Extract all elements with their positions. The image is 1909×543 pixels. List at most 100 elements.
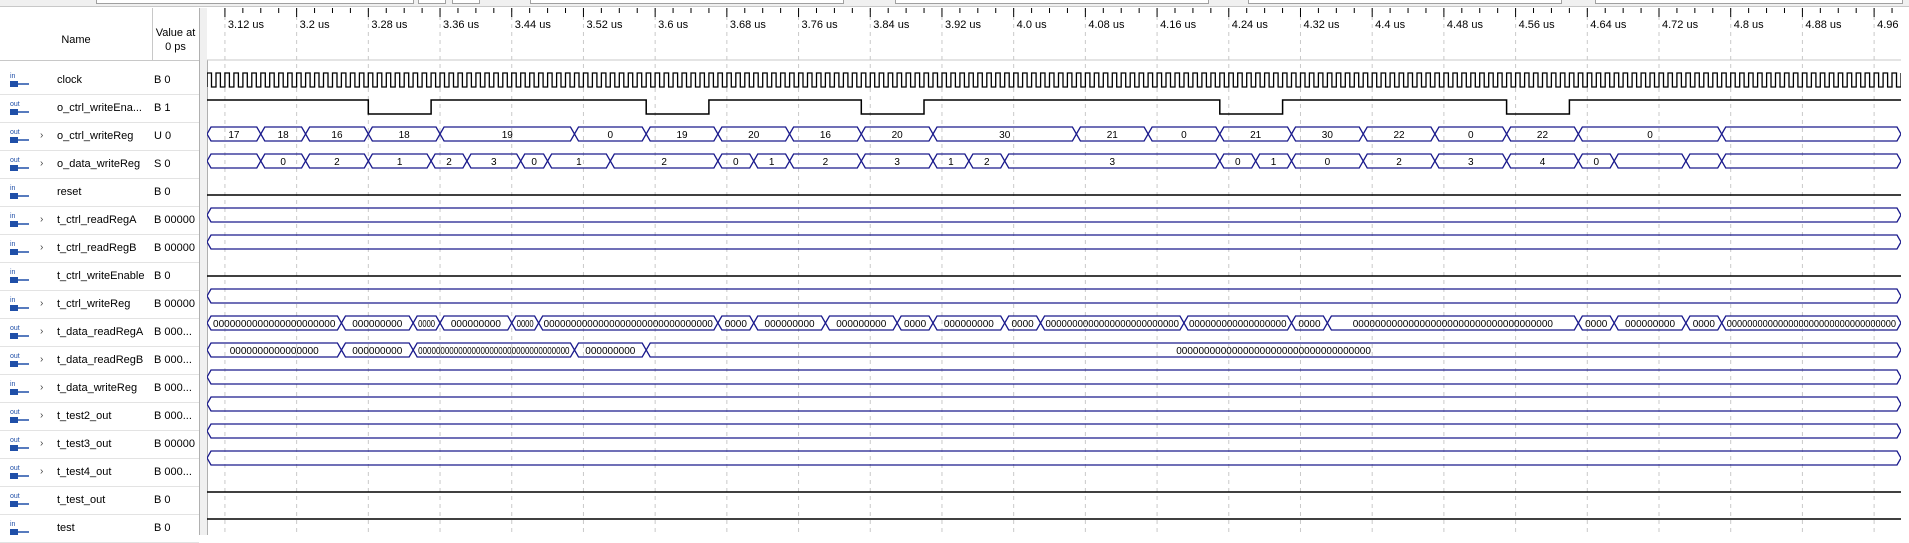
waveform-row: 0000000000000000000000000000000000000000… bbox=[207, 315, 1901, 331]
expand-chevron-icon[interactable]: › bbox=[40, 466, 43, 477]
expand-chevron-icon[interactable]: › bbox=[40, 130, 43, 141]
signal-row[interactable]: out › t_test2_out B 000... bbox=[0, 403, 199, 431]
bus-value-label: 21 bbox=[1250, 130, 1262, 141]
bus-value-label: 000000000 bbox=[451, 319, 501, 330]
bus-value-label: 000000000 bbox=[352, 346, 402, 357]
bus-value-label: 0000 bbox=[725, 319, 748, 330]
signal-row[interactable]: out › t_data_readRegA B 000... bbox=[0, 319, 199, 347]
toolbar-field[interactable] bbox=[1595, 0, 1903, 4]
signal-name: t_test_out bbox=[57, 494, 106, 506]
svg-text:out: out bbox=[10, 157, 20, 164]
bus-value-label: 0 bbox=[531, 157, 537, 168]
svg-text:in: in bbox=[10, 269, 16, 276]
signal-row[interactable]: in › t_ctrl_writeReg B 00000 bbox=[0, 291, 199, 319]
bus-value-label: 0000 bbox=[1585, 319, 1608, 330]
time-tick-label: 4.8 us bbox=[1734, 19, 1764, 31]
time-tick-label: 4.0 us bbox=[1017, 19, 1047, 31]
output-pin-icon: out bbox=[10, 157, 29, 171]
toolbar-field[interactable] bbox=[96, 0, 414, 4]
signal-row[interactable]: out › t_test4_out B 000... bbox=[0, 459, 199, 487]
bus-value-label: 0000 bbox=[1693, 319, 1716, 330]
signal-row[interactable]: out › o_data_writeReg S 0 bbox=[0, 151, 199, 179]
time-tick-label: 4.56 us bbox=[1519, 19, 1556, 31]
toolbar-button[interactable] bbox=[452, 0, 480, 4]
signal-row[interactable]: in › t_ctrl_readRegA B 00000 bbox=[0, 207, 199, 235]
bus-value-label: 18 bbox=[399, 130, 411, 141]
expand-chevron-icon[interactable]: › bbox=[40, 438, 43, 449]
time-tick-label: 3.2 us bbox=[300, 19, 330, 31]
expand-chevron-icon[interactable]: › bbox=[40, 326, 43, 337]
bus-value-label: 3 bbox=[894, 157, 900, 168]
waveform-row bbox=[207, 234, 1901, 250]
bus-value-label: 0 bbox=[1181, 130, 1187, 141]
bus-value-label: 000000000 bbox=[944, 319, 994, 330]
expand-chevron-icon[interactable]: › bbox=[40, 158, 43, 169]
svg-text:in: in bbox=[10, 241, 16, 248]
bus-value-label: 30 bbox=[999, 130, 1011, 141]
time-tick-label: 3.68 us bbox=[730, 19, 767, 31]
signal-name: t_ctrl_writeEnable bbox=[57, 270, 145, 282]
expand-chevron-icon[interactable]: › bbox=[40, 382, 43, 393]
bus-value-label: 000000000 bbox=[836, 319, 886, 330]
waveform-panel[interactable]: 3.12 us 3.2 us 3.28 us 3.36 us 3.44 us 3.52 u… bbox=[207, 8, 1901, 535]
expand-chevron-icon[interactable]: › bbox=[40, 242, 43, 253]
signal-row[interactable]: out t_test_out B 0 bbox=[0, 487, 199, 515]
clock-waveform bbox=[207, 72, 1901, 88]
svg-text:in: in bbox=[10, 185, 16, 192]
signal-name: t_test3_out bbox=[57, 438, 112, 450]
bus-value-label: 000000000000000000000000000000000 bbox=[1727, 319, 1897, 330]
time-tick-label: 3.6 us bbox=[658, 19, 688, 31]
signal-row[interactable]: in › t_data_writeReg B 000... bbox=[0, 375, 199, 403]
toolbar-field[interactable] bbox=[530, 0, 844, 4]
bus-value-label: 000000000 bbox=[585, 346, 635, 357]
expand-chevron-icon[interactable]: › bbox=[40, 214, 43, 225]
signal-name: test bbox=[57, 522, 75, 534]
bus-value-label: 30 bbox=[1322, 130, 1334, 141]
expand-chevron-icon[interactable]: › bbox=[40, 354, 43, 365]
signal-row[interactable]: out › t_data_readRegB B 000... bbox=[0, 347, 199, 375]
signal-row[interactable]: in test B 0 bbox=[0, 515, 199, 543]
bus-value-label: 1 bbox=[948, 157, 954, 168]
toolbar-button[interactable] bbox=[418, 0, 446, 4]
signal-row[interactable]: out › t_test3_out B 00000 bbox=[0, 431, 199, 459]
signal-row[interactable]: in › t_ctrl_readRegB B 00000 bbox=[0, 235, 199, 263]
svg-text:out: out bbox=[10, 353, 20, 360]
signal-row[interactable]: in reset B 0 bbox=[0, 179, 199, 207]
bus-segment bbox=[1685, 153, 1723, 169]
bus-segment bbox=[207, 207, 1901, 223]
value-column-header[interactable]: Value at 0 ps bbox=[152, 8, 200, 61]
bus-value-label: 2 bbox=[984, 157, 990, 168]
bus-value-label: 0 bbox=[1235, 157, 1241, 168]
signal-name: o_ctrl_writeEna... bbox=[57, 102, 142, 114]
expand-chevron-icon[interactable]: › bbox=[40, 298, 43, 309]
value-column-time: 0 ps bbox=[165, 41, 186, 53]
bit-waveform bbox=[207, 99, 1901, 115]
name-column-header[interactable]: Name bbox=[0, 8, 153, 61]
waveform-row bbox=[207, 288, 1901, 304]
input-pin-icon: in bbox=[10, 297, 29, 311]
svg-text:in: in bbox=[10, 297, 16, 304]
signal-row[interactable]: out › o_ctrl_writeReg U 0 bbox=[0, 123, 199, 151]
signal-name: t_ctrl_readRegA bbox=[57, 214, 137, 226]
bus-value-label: 000000000000000000 bbox=[1189, 319, 1287, 330]
bus-segment bbox=[207, 396, 1901, 412]
waveform-row bbox=[207, 207, 1901, 223]
svg-text:in: in bbox=[10, 521, 16, 528]
signal-value: B 0 bbox=[154, 270, 171, 282]
signal-row[interactable]: in t_ctrl_writeEnable B 0 bbox=[0, 263, 199, 291]
toolbar-field[interactable] bbox=[1248, 0, 1562, 4]
expand-chevron-icon[interactable]: › bbox=[40, 410, 43, 421]
bus-value-label: 17 bbox=[228, 130, 240, 141]
toolbar-field[interactable] bbox=[895, 0, 1209, 4]
signal-row[interactable]: in clock B 0 bbox=[0, 67, 199, 95]
time-tick-label: 3.44 us bbox=[515, 19, 552, 31]
time-tick-label: 4.24 us bbox=[1232, 19, 1269, 31]
output-pin-icon: out bbox=[10, 353, 29, 367]
time-tick-label: 3.92 us bbox=[945, 19, 982, 31]
bus-value-label: 00000000000000000000000000000000000 bbox=[1176, 346, 1371, 357]
svg-text:out: out bbox=[10, 493, 20, 500]
signal-row[interactable]: out o_ctrl_writeEna... B 1 bbox=[0, 95, 199, 123]
signal-name: t_test2_out bbox=[57, 410, 112, 422]
time-tick-label: 4.88 us bbox=[1805, 19, 1842, 31]
signal-name: o_data_writeReg bbox=[57, 158, 141, 170]
